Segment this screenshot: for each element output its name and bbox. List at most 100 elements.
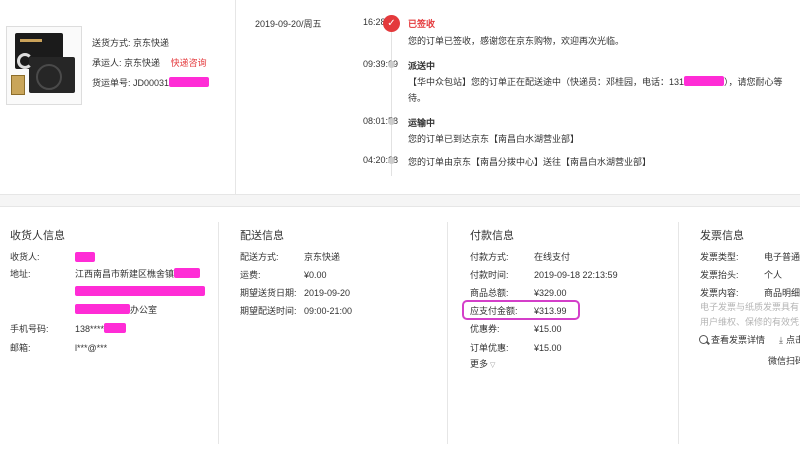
psu-unit-graphic bbox=[29, 57, 75, 93]
payment-time-value: 2019-09-18 22:13:59 bbox=[534, 270, 618, 280]
order-discount-row: 订单优惠: ¥15.00 bbox=[470, 341, 562, 355]
carrier-label: 承运人: bbox=[92, 58, 122, 68]
coupon-value: ¥15.00 bbox=[534, 324, 562, 334]
privacy-mask bbox=[75, 252, 95, 262]
payment-method-label: 付款方式: bbox=[470, 252, 509, 262]
payment-method-value: 在线支付 bbox=[534, 252, 571, 262]
privacy-mask bbox=[684, 76, 725, 86]
tracking-number-label: 货运单号: bbox=[92, 78, 131, 88]
event-description: 您的订单由京东【南昌分拨中心】送往【南昌白水湖营业部】 bbox=[408, 157, 652, 167]
expected-date-value: 2019-09-20 bbox=[304, 288, 351, 298]
email-value: l***@*** bbox=[75, 343, 108, 353]
shipping-fee-value: ¥0.00 bbox=[304, 270, 327, 280]
wechat-scan-label[interactable]: 微信扫码 bbox=[768, 354, 800, 367]
order-info-section: 收货人信息 收货人: 地址: 江西南昌市新建区樵舍镇 办公室 手机号码: 138… bbox=[0, 207, 800, 462]
event-description-part: 【华中众包站】您的订单正在配送途中（快递员：邓桂园，电话：131 bbox=[408, 77, 685, 87]
shipment-details: 送货方式: 京东快递 承运人: 京东快递 快递咨询 货运单号: JD00031 bbox=[92, 33, 210, 93]
event-title: 派送中 bbox=[408, 61, 436, 71]
courier-inquiry-link[interactable]: 快递咨询 bbox=[171, 53, 207, 73]
coupon-row: 优惠券: ¥15.00 bbox=[470, 322, 562, 336]
address-row-3: 办公室 bbox=[75, 303, 157, 317]
payment-method-row: 付款方式: 在线支付 bbox=[470, 250, 570, 264]
goods-total-row: 商品总额: ¥329.00 bbox=[470, 286, 567, 300]
invoice-actions: 查看发票详情 ⤓ 点击 bbox=[699, 333, 800, 346]
phone-value: 138**** bbox=[75, 324, 105, 334]
invoice-type-label: 发票类型: bbox=[700, 252, 739, 262]
order-discount-value: ¥15.00 bbox=[534, 343, 562, 353]
timeline-dot bbox=[388, 61, 395, 68]
more-toggle[interactable]: 更多 ▽ bbox=[470, 357, 495, 370]
invoice-note-line: 用户维权、保修的有效凭 bbox=[700, 317, 800, 327]
event-description-part: ），请您耐心等 bbox=[724, 77, 783, 87]
view-invoice-link[interactable]: 查看发票详情 bbox=[711, 335, 765, 345]
timeline-dot bbox=[388, 118, 395, 125]
timeline-dot bbox=[388, 157, 395, 164]
phone-row: 手机号码: 138**** bbox=[10, 322, 127, 336]
payment-time-label: 付款时间: bbox=[470, 270, 509, 280]
more-label: 更多 bbox=[470, 359, 489, 369]
invoice-note: 电子发票与纸质发票具有 用户维权、保修的有效凭 bbox=[700, 300, 800, 330]
event-title: 运输中 bbox=[408, 118, 436, 128]
coupon-label: 优惠券: bbox=[470, 324, 500, 334]
expected-time-row: 期望配送时间: 09:00-21:00 bbox=[240, 304, 352, 318]
carrier-value: 京东快递 bbox=[124, 58, 161, 68]
goods-total-value: ¥329.00 bbox=[534, 288, 567, 298]
invoice-type-value: 电子普通 bbox=[764, 252, 800, 262]
privacy-mask bbox=[75, 304, 130, 314]
event-description-part: 待。 bbox=[408, 93, 427, 103]
invoice-title-label: 发票抬头: bbox=[700, 270, 739, 280]
invoice-content-label: 发票内容: bbox=[700, 288, 739, 298]
invoice-content-value: 商品明细 bbox=[764, 288, 800, 298]
phone-label: 手机号码: bbox=[10, 324, 49, 334]
payment-time-row: 付款时间: 2019-09-18 22:13:59 bbox=[470, 268, 618, 282]
expected-date-row: 期望送货日期: 2019-09-20 bbox=[240, 286, 350, 300]
payment-panel: 付款信息 付款方式: 在线支付 付款时间: 2019-09-18 22:13:5… bbox=[470, 207, 680, 445]
expected-time-label: 期望配送时间: bbox=[240, 306, 297, 316]
delivery-panel: 配送信息 配送方式: 京东快递 运费: ¥0.00 期望送货日期: 2019-0… bbox=[240, 207, 445, 445]
shipping-fee-row: 运费: ¥0.00 bbox=[240, 268, 327, 282]
delivery-method-value: 京东快递 bbox=[304, 252, 341, 262]
download-invoice-link[interactable]: 点击 bbox=[786, 335, 800, 345]
consignee-heading: 收货人信息 bbox=[10, 230, 65, 242]
shipment-section: 送货方式: 京东快递 承运人: 京东快递 快递咨询 货运单号: JD00031 … bbox=[0, 0, 800, 194]
goods-total-label: 商品总额: bbox=[470, 288, 509, 298]
section-divider bbox=[0, 194, 800, 207]
search-icon bbox=[699, 335, 708, 344]
address-label: 地址: bbox=[10, 269, 31, 279]
shipping-fee-label: 运费: bbox=[240, 270, 261, 280]
shipping-method-label: 送货方式: bbox=[92, 38, 131, 48]
email-row: 邮箱: l***@*** bbox=[10, 341, 107, 355]
invoice-type-row: 发票类型: 电子普通 bbox=[700, 250, 800, 264]
invoice-title-row: 发票抬头: 个人 bbox=[700, 268, 782, 282]
event-title: 已签收 bbox=[408, 19, 436, 29]
email-label: 邮箱: bbox=[10, 343, 31, 353]
event-description: 您的订单已签收，感谢您在京东购物，欢迎再次光临。 bbox=[408, 36, 625, 46]
address-value: 江西南昌市新建区樵舍镇 bbox=[75, 269, 175, 279]
timeline-date: 2019-09-20/周五 bbox=[255, 19, 322, 29]
privacy-mask bbox=[174, 268, 201, 278]
invoice-heading: 发票信息 bbox=[700, 230, 744, 242]
column-divider bbox=[218, 222, 219, 444]
download-icon: ⤓ bbox=[779, 335, 783, 345]
invoice-title-value: 个人 bbox=[764, 270, 783, 280]
consignee-name-row: 收货人: bbox=[10, 250, 95, 264]
invoice-note-line: 电子发票与纸质发票具有 bbox=[700, 302, 800, 312]
address-value-end: 办公室 bbox=[130, 305, 158, 315]
efficiency-badge-graphic bbox=[11, 75, 25, 95]
vertical-divider bbox=[235, 0, 236, 194]
privacy-mask bbox=[104, 323, 127, 333]
consignee-name-label: 收货人: bbox=[10, 252, 40, 262]
payment-heading: 付款信息 bbox=[470, 230, 514, 242]
column-divider bbox=[678, 222, 679, 444]
product-image[interactable] bbox=[6, 26, 82, 105]
shipping-method-value: 京东快递 bbox=[133, 38, 170, 48]
privacy-mask bbox=[169, 77, 210, 87]
invoice-content-row: 发票内容: 商品明细 bbox=[700, 286, 800, 300]
address-row: 地址: 江西南昌市新建区樵舍镇 bbox=[10, 267, 201, 281]
chevron-down-icon: ▽ bbox=[490, 362, 496, 369]
delivery-method-label: 配送方式: bbox=[240, 252, 279, 262]
tracking-timeline: 2019-09-20/周五 16:28:39 ✓ 已签收 您的订单已签收，感谢您… bbox=[250, 0, 800, 194]
tracking-number-value: JD00031 bbox=[133, 78, 170, 88]
brand-logo-graphic bbox=[17, 53, 33, 69]
expected-date-label: 期望送货日期: bbox=[240, 288, 297, 298]
